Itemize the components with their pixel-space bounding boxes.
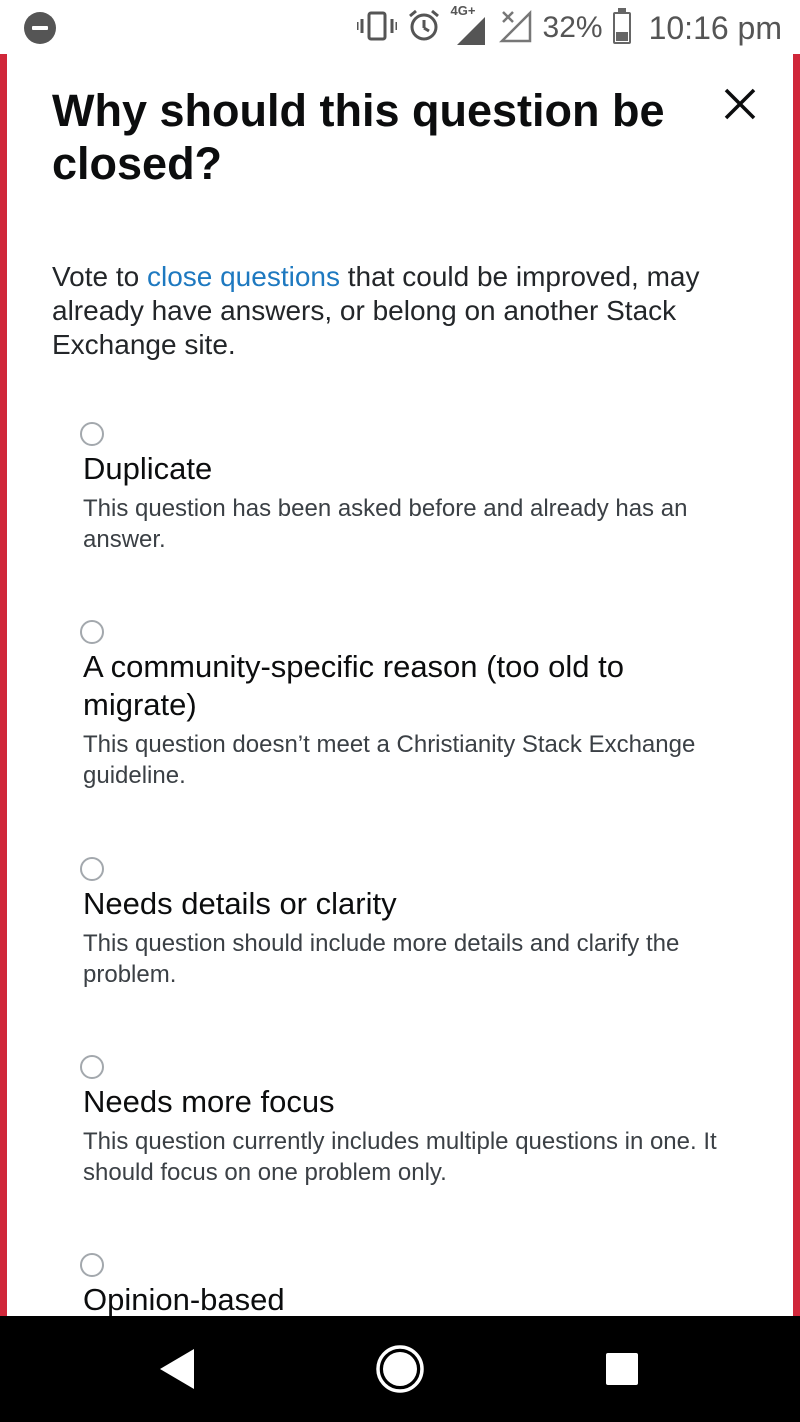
close-reason-duplicate[interactable]: Duplicate This question has been asked b…	[78, 422, 738, 620]
option-label: Opinion-based	[83, 1282, 285, 1316]
option-description: This question should include more detail…	[83, 930, 680, 988]
alarm-icon	[407, 9, 441, 48]
radio-button[interactable]	[80, 1253, 104, 1277]
option-description: This question currently includes multipl…	[83, 1128, 717, 1186]
close-reason-opinion-based[interactable]: Opinion-based	[78, 1253, 738, 1316]
close-reason-community-specific[interactable]: A community-specific reason (too old to …	[78, 620, 738, 857]
do-not-disturb-icon	[24, 12, 56, 44]
dialog-intro: Vote to close questions that could be im…	[52, 260, 752, 362]
close-question-dialog: Why should this question be closed? Vote…	[0, 54, 800, 1316]
battery-percent: 32%	[542, 11, 603, 44]
close-reason-list: Duplicate This question has been asked b…	[78, 422, 738, 1316]
option-label: A community-specific reason (too old to …	[83, 649, 625, 722]
option-description: This question has been asked before and …	[83, 495, 688, 553]
option-description: This question doesn’t meet a Christianit…	[83, 731, 696, 789]
home-button[interactable]	[340, 1316, 460, 1422]
recents-icon	[606, 1353, 638, 1385]
no-signal-icon	[498, 9, 533, 48]
intro-text-before: Vote to	[52, 261, 147, 292]
close-reason-needs-focus[interactable]: Needs more focus This question currently…	[78, 1055, 738, 1253]
back-icon	[160, 1349, 194, 1389]
battery-icon	[612, 8, 631, 44]
radio-button[interactable]	[80, 857, 104, 881]
status-icons: 4G+ 32% 10:16 pm	[356, 3, 782, 48]
back-button[interactable]	[118, 1316, 238, 1422]
close-icon	[724, 88, 756, 120]
option-label: Needs details or clarity	[83, 886, 397, 921]
home-icon	[376, 1345, 424, 1393]
system-nav-bar	[0, 1316, 800, 1422]
option-label: Needs more focus	[83, 1084, 335, 1119]
close-questions-link[interactable]: close questions	[147, 261, 340, 292]
recents-button[interactable]	[562, 1316, 682, 1422]
clock: 10:16 pm	[648, 9, 782, 46]
dialog-edge-right	[793, 54, 800, 1316]
status-bar: 4G+ 32% 10:16 pm	[0, 0, 800, 54]
dialog-edge-left	[0, 54, 7, 1316]
vibrate-icon	[356, 10, 398, 47]
signal-4g-icon: 4G+	[451, 3, 489, 47]
dialog-title: Why should this question be closed?	[52, 85, 665, 189]
radio-button[interactable]	[80, 1055, 104, 1079]
close-reason-needs-details[interactable]: Needs details or clarity This question s…	[78, 857, 738, 1055]
option-label: Duplicate	[83, 451, 213, 486]
radio-button[interactable]	[80, 422, 104, 446]
radio-button[interactable]	[80, 620, 104, 644]
close-button[interactable]	[716, 80, 764, 128]
